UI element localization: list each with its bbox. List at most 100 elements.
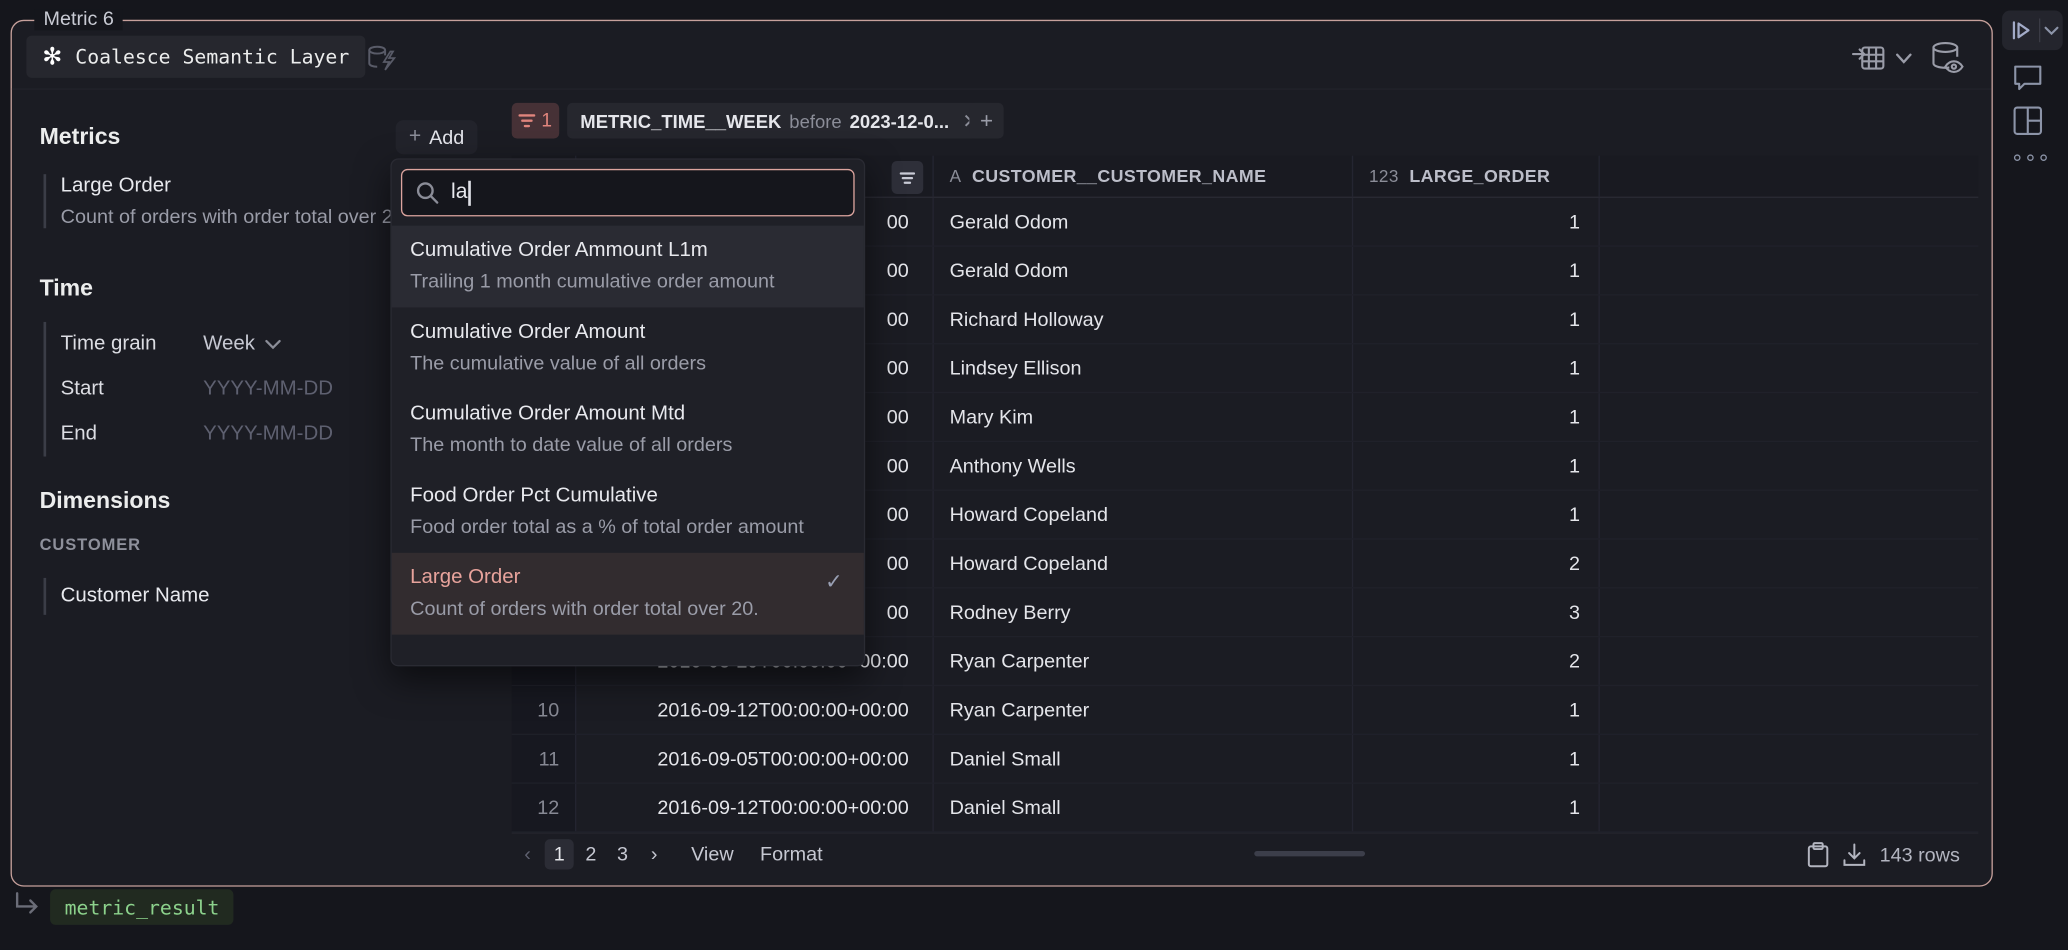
output-arrow-icon xyxy=(13,892,42,918)
end-date-row: End YYYY-MM-DD xyxy=(61,412,333,457)
customer-name-cell: Howard Copeland xyxy=(934,491,1353,538)
empty-cell xyxy=(1600,198,1979,245)
download-icon[interactable] xyxy=(1843,843,1867,867)
filter-chip[interactable]: METRIC_TIME__WEEK before 2023-12-0... ✕ xyxy=(567,103,992,139)
empty-cell xyxy=(1600,442,1979,489)
metric-option-title: Cumulative Order Amount xyxy=(410,321,845,345)
more-options-icon[interactable] xyxy=(2014,154,2047,161)
start-label: Start xyxy=(61,377,203,401)
search-text: la xyxy=(451,181,467,205)
customer-name-cell: Ryan Carpenter xyxy=(934,637,1353,684)
layout-icon[interactable] xyxy=(2013,106,2043,136)
column-name: CUSTOMER__CUSTOMER_NAME xyxy=(972,166,1266,186)
add-metric-button[interactable]: + Add xyxy=(396,120,478,154)
time-grain-row: Time grain Week xyxy=(61,322,333,367)
view-menu-button[interactable]: View xyxy=(691,843,734,865)
source-badge-label: Coalesce Semantic Layer xyxy=(75,45,349,69)
table-footer: ‹ 1 2 3 › View Format 143 rows xyxy=(512,833,1979,875)
row-index-cell: 11 xyxy=(512,735,577,782)
table-import-icon[interactable] xyxy=(1852,42,1889,74)
metric-option[interactable]: Large OrderCount of orders with order to… xyxy=(392,553,864,635)
metric-option-title: Cumulative Order Ammount L1m xyxy=(410,239,845,263)
metric-search-input[interactable]: la xyxy=(401,169,855,216)
comment-icon[interactable] xyxy=(2013,63,2043,91)
empty-cell xyxy=(1600,344,1979,391)
empty-cell xyxy=(1600,686,1979,733)
edit-source-icon[interactable] xyxy=(367,44,399,73)
table-row[interactable]: 122016-09-12T00:00:00+00:00Daniel Small1 xyxy=(512,784,1979,833)
customer-name-cell: Lindsey Ellison xyxy=(934,344,1353,391)
filter-count-badge[interactable]: 1 xyxy=(512,103,559,139)
empty-cell xyxy=(1600,637,1979,684)
customer-name-cell: Ryan Carpenter xyxy=(934,686,1353,733)
database-preview-icon[interactable] xyxy=(1928,40,1968,77)
large-order-cell: 1 xyxy=(1353,491,1600,538)
empty-cell xyxy=(1600,491,1979,538)
time-grain-select[interactable]: Week xyxy=(203,332,281,356)
chevron-down-icon xyxy=(2044,26,2059,35)
run-options-button[interactable] xyxy=(2040,26,2061,35)
metric-option-description: Food order total as a % of total order a… xyxy=(410,516,845,538)
add-button-label: Add xyxy=(429,126,464,148)
large-order-cell: 1 xyxy=(1353,686,1600,733)
metric-search-dropdown: la Cumulative Order Ammount L1mTrailing … xyxy=(390,158,865,666)
filter-field: METRIC_TIME__WEEK xyxy=(580,110,781,131)
selected-check-icon: ✓ xyxy=(825,569,843,595)
large-order-cell: 1 xyxy=(1353,393,1600,440)
column-header-large-order[interactable]: 123 LARGE_ORDER xyxy=(1353,156,1600,197)
end-label: End xyxy=(61,422,203,446)
page-button-3[interactable]: 3 xyxy=(608,839,637,869)
notebook-canvas: Metric 6 ✻ Coalesce Semantic Layer Metri… xyxy=(0,0,2068,950)
large-order-cell: 1 xyxy=(1353,442,1600,489)
dimensions-section-title: Dimensions xyxy=(40,487,171,515)
run-cell-button[interactable] xyxy=(2002,18,2040,42)
semantic-layer-source-badge[interactable]: ✻ Coalesce Semantic Layer xyxy=(26,36,365,78)
end-date-input[interactable]: YYYY-MM-DD xyxy=(203,422,333,446)
large-order-cell: 1 xyxy=(1353,735,1600,782)
add-filter-button[interactable]: + xyxy=(969,103,1003,139)
filter-operator: before xyxy=(789,110,841,131)
format-menu-button[interactable]: Format xyxy=(760,843,823,865)
large-order-cell: 1 xyxy=(1353,247,1600,294)
empty-cell xyxy=(1600,588,1979,635)
page-button-2[interactable]: 2 xyxy=(576,839,605,869)
table-row[interactable]: 102016-09-12T00:00:00+00:00Ryan Carpente… xyxy=(512,686,1979,735)
output-variable-badge[interactable]: metric_result xyxy=(50,889,234,925)
customer-name-cell: Gerald Odom xyxy=(934,247,1353,294)
metric-option[interactable]: Cumulative Order Amount MtdThe month to … xyxy=(392,389,864,471)
customer-name-cell: Rodney Berry xyxy=(934,588,1353,635)
large-order-cell: 1 xyxy=(1353,198,1600,245)
prev-page-button[interactable]: ‹ xyxy=(513,839,542,869)
column-header-customer-name[interactable]: A CUSTOMER__CUSTOMER_NAME xyxy=(934,156,1353,197)
row-count: 143 rows xyxy=(1880,844,1960,866)
empty-cell xyxy=(1600,393,1979,440)
metric-option[interactable]: Food Order Pct CumulativeFood order tota… xyxy=(392,471,864,553)
table-row[interactable]: 112016-09-05T00:00:00+00:00Daniel Small1 xyxy=(512,735,1979,784)
metric-option-description: The month to date value of all orders xyxy=(410,434,845,456)
chevron-down-icon xyxy=(266,339,282,350)
empty-cell xyxy=(1600,247,1979,294)
horizontal-scrollbar[interactable] xyxy=(1254,851,1365,856)
empty-cell xyxy=(1600,296,1979,343)
time-settings: Time grain Week Start YYYY-MM-DD End YYY… xyxy=(44,322,333,457)
metric-option[interactable]: Cumulative Order AmountThe cumulative va… xyxy=(392,307,864,389)
copy-icon[interactable] xyxy=(1807,842,1829,868)
page-button-1[interactable]: 1 xyxy=(545,839,574,869)
start-date-input[interactable]: YYYY-MM-DD xyxy=(203,377,333,401)
dimension-list-item[interactable]: Customer Name xyxy=(44,578,210,615)
empty-column-header xyxy=(1600,156,1979,197)
row-index-cell: 12 xyxy=(512,784,577,831)
next-page-button[interactable]: › xyxy=(640,839,669,869)
metric-option-description: Count of orders with order total over 20… xyxy=(410,598,845,620)
metric-time-cell: 2016-09-12T00:00:00+00:00 xyxy=(576,784,933,831)
column-filter-active-icon[interactable] xyxy=(892,161,924,194)
metrics-section-title: Metrics xyxy=(40,123,121,151)
customer-name-cell: Mary Kim xyxy=(934,393,1353,440)
metric-option[interactable]: Cumulative Order Ammount L1mTrailing 1 m… xyxy=(392,226,864,308)
time-grain-value: Week xyxy=(203,332,255,356)
chevron-down-icon[interactable] xyxy=(1895,53,1912,65)
customer-name-cell: Richard Holloway xyxy=(934,296,1353,343)
time-grain-label: Time grain xyxy=(61,332,203,356)
large-order-cell: 3 xyxy=(1353,588,1600,635)
customer-name-cell: Gerald Odom xyxy=(934,198,1353,245)
